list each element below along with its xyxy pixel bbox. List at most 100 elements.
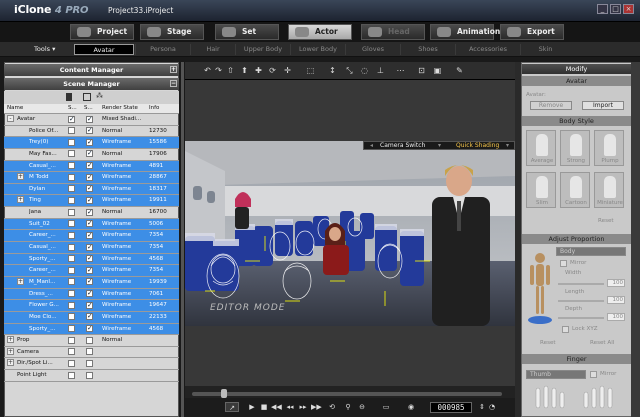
row-checkbox-2[interactable] — [86, 196, 93, 204]
scene-row[interactable]: Casual_... Wireframe7354 — [4, 242, 179, 254]
forward-icon[interactable]: ▸▸ — [298, 402, 308, 412]
snap-icon[interactable]: ⋯ — [396, 66, 405, 75]
adjust-proportion-header[interactable]: Adjust Proportion — [522, 234, 631, 244]
subtab-hair[interactable]: Hair — [190, 44, 235, 55]
column-s2[interactable]: S... — [84, 105, 93, 111]
row-checkbox-1[interactable] — [68, 278, 75, 286]
subtab-persona[interactable]: Persona — [135, 44, 190, 55]
expand-icon[interactable]: + — [7, 347, 14, 355]
scene-row[interactable]: Flower G... Wireframe19647 — [4, 300, 179, 312]
row-checkbox-2[interactable] — [86, 301, 93, 309]
close-button[interactable]: × — [623, 4, 634, 14]
frame-icon[interactable]: ⊡ — [417, 66, 426, 75]
row-render-state[interactable]: Wireframe — [102, 163, 148, 169]
scene-manager-header[interactable]: Scene Manager − — [4, 78, 179, 90]
proportion-target-select[interactable]: Body — [556, 247, 626, 256]
row-checkbox-1[interactable] — [68, 220, 75, 228]
proportion-reset[interactable]: Reset — [540, 340, 556, 346]
play-icon[interactable]: ▶ — [247, 402, 257, 412]
scene-row[interactable]: Point Light — [4, 370, 179, 382]
row-render-state[interactable]: Wireframe — [102, 326, 148, 332]
scene-row[interactable]: + Dir./Spot Li... — [4, 358, 179, 371]
scene-row[interactable]: Casual_... Wireframe4891 — [4, 160, 179, 173]
timeline-slider[interactable] — [192, 392, 502, 396]
collapse-icon[interactable]: - — [7, 115, 14, 122]
row-render-state[interactable]: Normal — [102, 209, 148, 215]
row-checkbox-1[interactable] — [68, 196, 75, 204]
row-checkbox-1[interactable] — [68, 185, 75, 193]
scene-row[interactable]: + Prop Normal — [4, 335, 179, 347]
row-render-state[interactable]: Normal — [102, 337, 148, 343]
frame-spinner-icon[interactable]: ⇕ — [477, 402, 487, 412]
rotate-icon[interactable]: ⟳ — [268, 66, 277, 75]
align-icon[interactable]: ⊥ — [376, 66, 385, 75]
row-render-state[interactable]: Wireframe — [102, 186, 148, 192]
row-checkbox-1[interactable] — [68, 313, 75, 321]
row-checkbox-1[interactable] — [68, 173, 75, 181]
select-box-icon[interactable]: ⬚ — [306, 66, 315, 75]
tab-head[interactable]: Head — [361, 24, 425, 40]
hand-icons[interactable] — [532, 384, 622, 414]
row-checkbox-2[interactable] — [86, 312, 93, 321]
content-manager-header[interactable]: Content Manager + — [4, 64, 179, 76]
tab-stage[interactable]: Stage — [140, 24, 204, 40]
redo-icon[interactable]: ↷ — [214, 66, 223, 75]
timeline-knob[interactable] — [221, 389, 227, 398]
undo-icon[interactable]: ↶ — [203, 66, 212, 75]
row-checkbox-2[interactable] — [86, 115, 93, 123]
tab-actor[interactable]: Actor — [288, 24, 352, 40]
row-checkbox-1[interactable] — [68, 359, 75, 367]
body-style-reset[interactable]: Reset — [598, 218, 614, 224]
scene-row[interactable]: Jana Normal16700 — [4, 207, 179, 219]
rewind-icon[interactable]: ◂◂ — [285, 402, 295, 412]
column-info[interactable]: Info — [149, 105, 159, 111]
width-value[interactable]: 100 — [607, 279, 625, 287]
column-render-state[interactable]: Render State — [102, 105, 138, 111]
body-style-slot[interactable]: Plump — [594, 130, 624, 166]
document-icon[interactable] — [66, 93, 72, 101]
scene-row[interactable]: Police Of... Normal12730 — [4, 126, 179, 138]
maximize-button[interactable]: □ — [610, 4, 621, 14]
finger-header[interactable]: Finger — [522, 354, 631, 364]
row-checkbox-1[interactable] — [68, 290, 75, 298]
row-checkbox-1[interactable] — [68, 231, 75, 239]
row-render-state[interactable]: Wireframe — [102, 302, 148, 308]
row-checkbox-1[interactable] — [68, 336, 75, 344]
subtab-gloves[interactable]: Gloves — [345, 44, 400, 55]
modify-scrollbar[interactable] — [631, 62, 640, 417]
row-checkbox-2[interactable] — [86, 336, 93, 344]
arrow-up-icon[interactable]: ⬆ — [240, 66, 249, 75]
scene-row[interactable]: Suit_02 Wireframe5006 — [4, 218, 179, 231]
column-name[interactable]: Name — [7, 105, 23, 111]
row-render-state[interactable]: Wireframe — [102, 244, 148, 250]
body-style-header[interactable]: Body Style — [522, 116, 631, 126]
row-checkbox-2[interactable] — [86, 324, 93, 333]
subtab-shoes[interactable]: Shoes — [400, 44, 455, 55]
expand-icon[interactable]: + — [17, 173, 24, 181]
body-style-slot[interactable]: Miniature — [594, 172, 624, 208]
subtab-avatar[interactable]: Avatar — [74, 44, 134, 55]
row-checkbox-1[interactable] — [68, 255, 75, 263]
expand-icon[interactable]: + — [7, 359, 14, 367]
row-checkbox-1[interactable] — [68, 138, 75, 146]
length-value[interactable]: 100 — [607, 296, 625, 304]
row-render-state[interactable]: Wireframe — [102, 279, 148, 285]
row-render-state[interactable]: Wireframe — [102, 139, 148, 145]
loop-icon[interactable]: ⟲ — [327, 402, 337, 412]
timeline-toggle-icon[interactable]: ↗ — [225, 402, 239, 412]
row-checkbox-2[interactable] — [86, 173, 93, 181]
row-checkbox-2[interactable] — [86, 359, 93, 367]
collapse-icon[interactable]: − — [170, 80, 177, 87]
frame-counter[interactable]: 000985 — [430, 402, 472, 413]
row-checkbox-1[interactable] — [68, 325, 75, 333]
next-frame-icon[interactable]: ▶▶ — [311, 402, 322, 412]
row-checkbox-2[interactable] — [86, 231, 93, 239]
lock-xyz-checkbox[interactable] — [562, 326, 569, 333]
tab-export[interactable]: Export — [500, 24, 564, 40]
stop-icon[interactable]: ■ — [259, 402, 269, 412]
expand-icon[interactable]: + — [17, 277, 24, 285]
row-checkbox-1[interactable] — [68, 266, 75, 274]
row-checkbox-2[interactable] — [86, 208, 93, 216]
width-slider[interactable] — [558, 283, 604, 285]
scene-row[interactable]: Dress_... Wireframe7061 — [4, 288, 179, 301]
